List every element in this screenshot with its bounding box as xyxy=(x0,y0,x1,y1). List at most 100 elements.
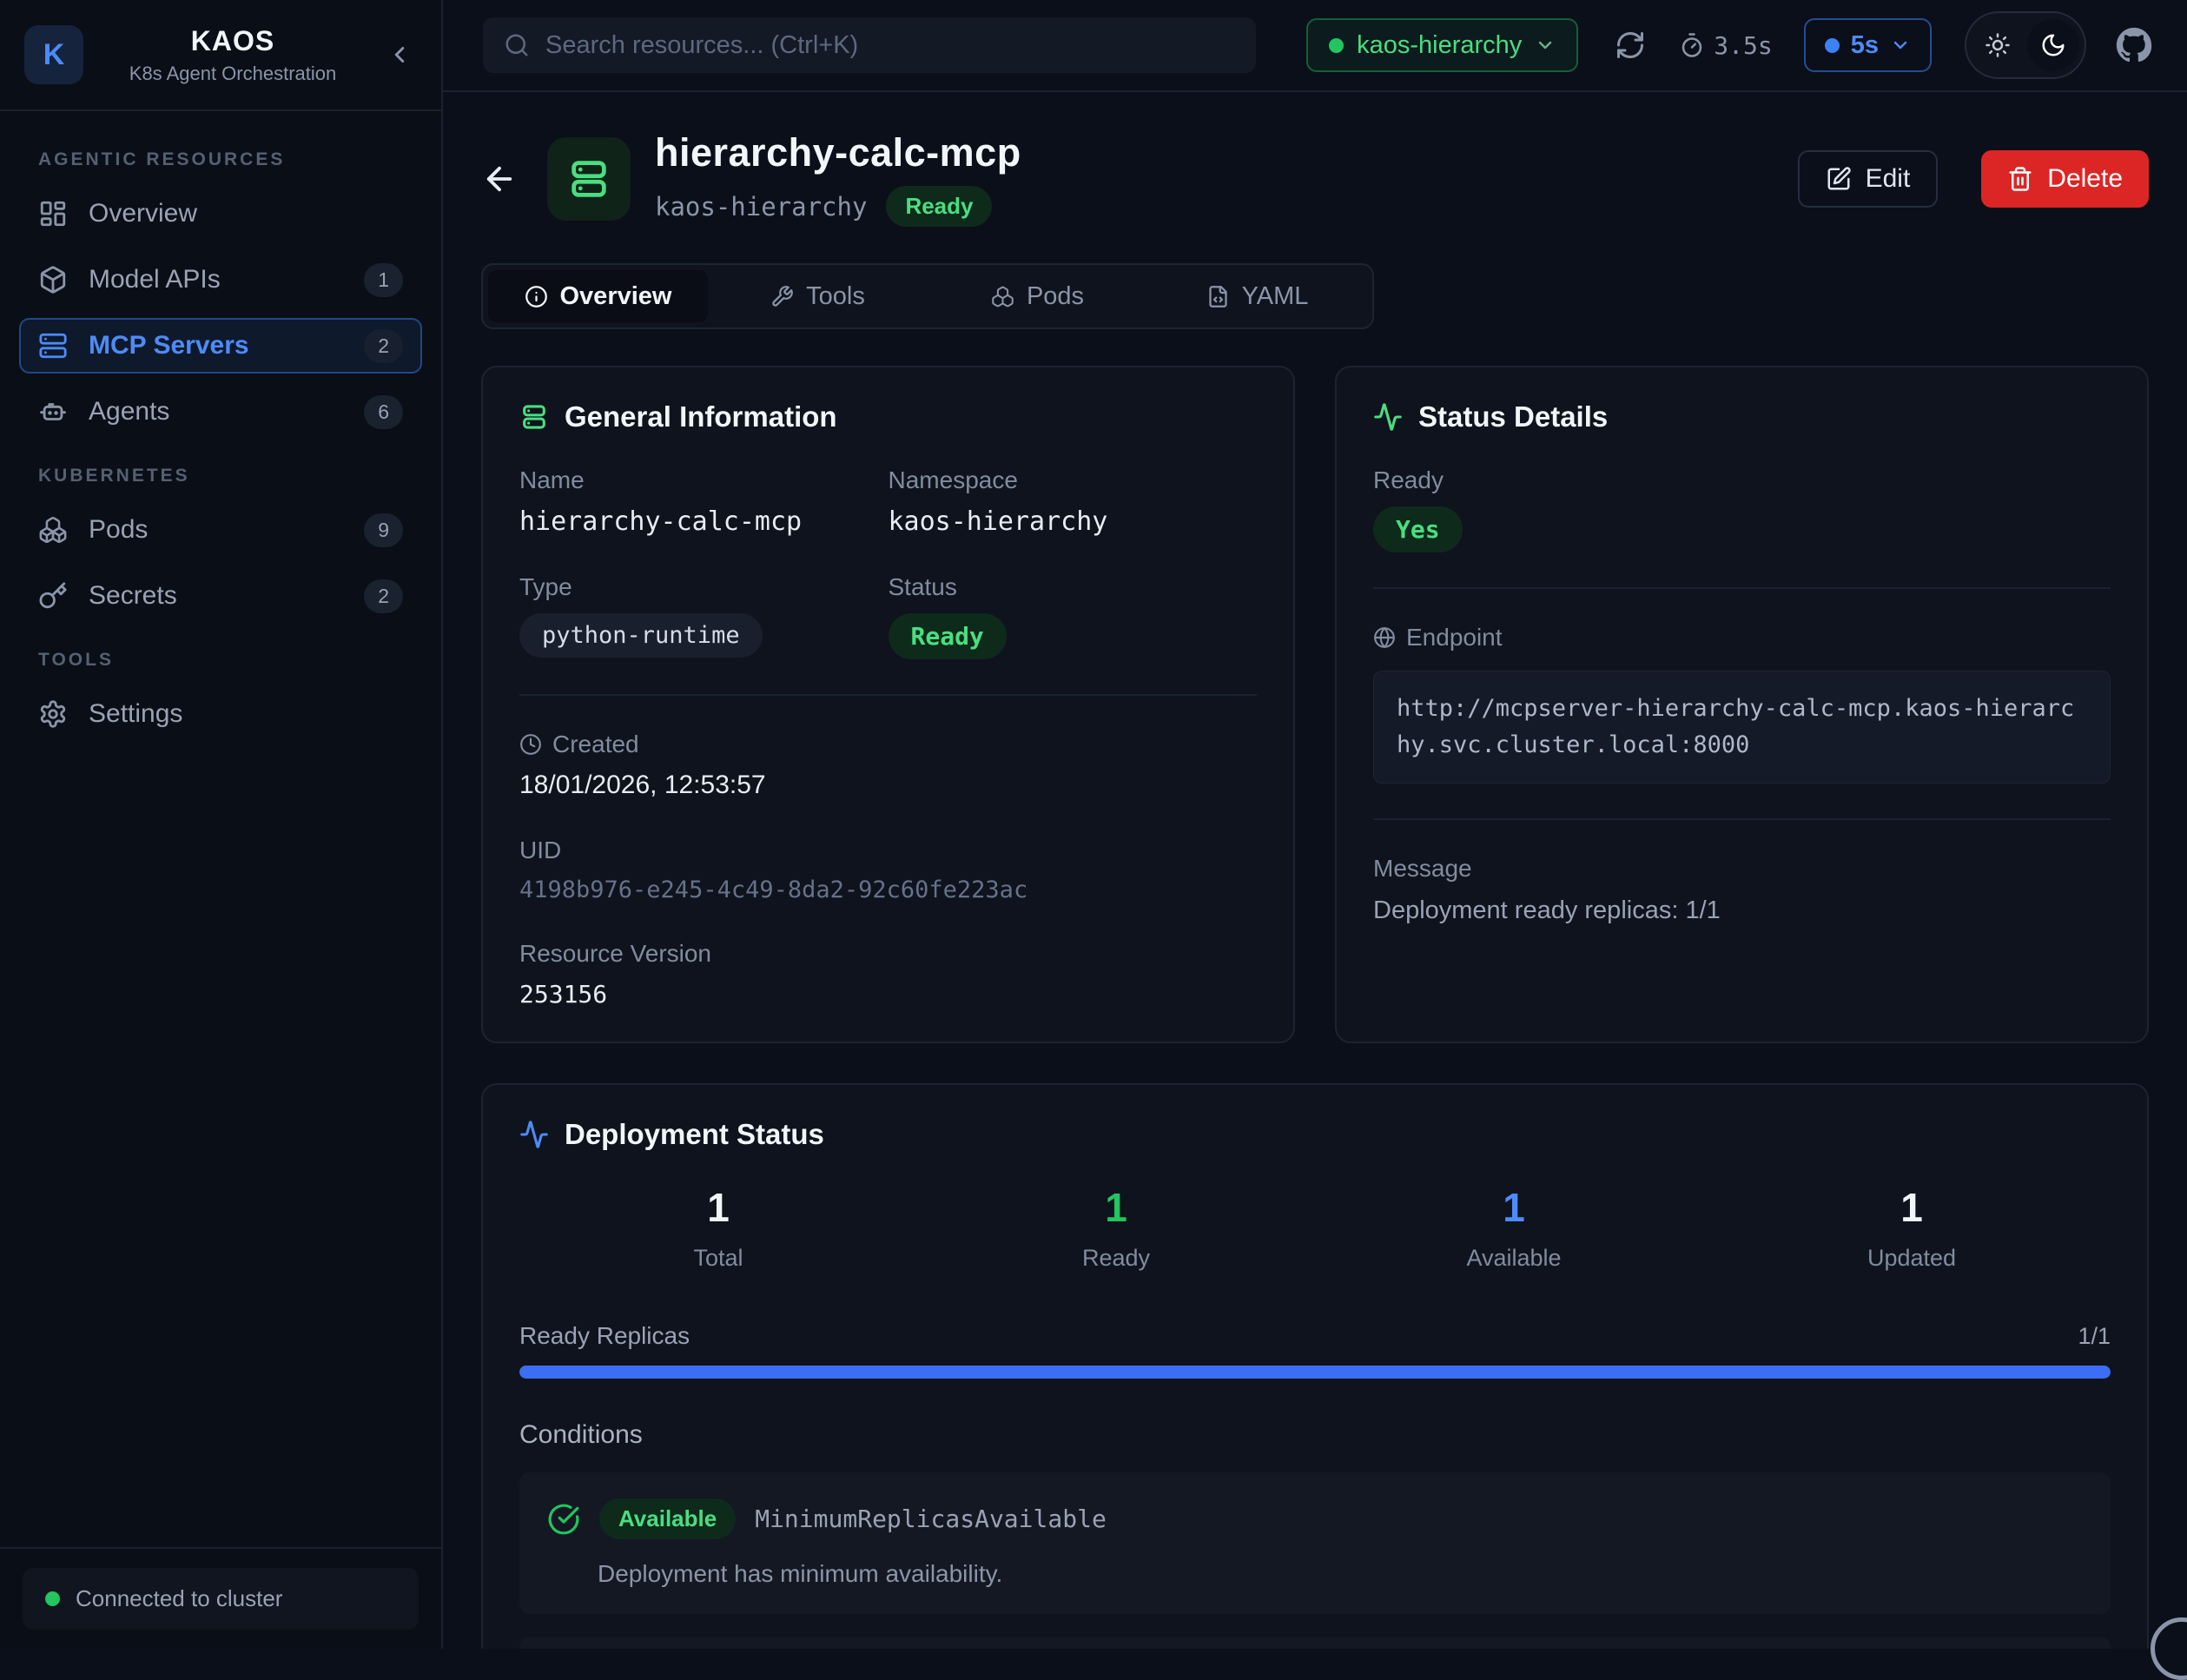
namespace-select[interactable]: kaos-hierarchy xyxy=(1306,18,1578,72)
stat-value: 1 xyxy=(1315,1184,1713,1231)
general-information-card: General Information Name hierarchy-calc-… xyxy=(481,366,1295,1043)
refresh-icon xyxy=(1615,30,1646,61)
sidebar-item-label: Agents xyxy=(89,397,343,427)
theme-toggle[interactable] xyxy=(1965,11,2086,79)
sidebar-item-label: MCP Servers xyxy=(89,331,343,360)
sidebar-item-label: Overview xyxy=(89,199,403,228)
chevron-down-icon xyxy=(1890,35,1911,56)
sidebar: K KAOS K8s Agent Orchestration AGENTIC R… xyxy=(0,0,443,1649)
search-icon xyxy=(504,32,530,58)
resource-type-tile xyxy=(547,137,631,221)
nav-section-agentic-resources: AGENTIC RESOURCES xyxy=(38,149,403,170)
tab-yaml[interactable]: YAML xyxy=(1147,270,1367,322)
field-value: 253156 xyxy=(519,980,1257,1009)
page-title: hierarchy-calc-mcp xyxy=(655,130,1774,175)
trash-icon xyxy=(2007,166,2033,192)
sidebar-item-pods[interactable]: Pods 9 xyxy=(19,502,422,558)
tab-overview[interactable]: Overview xyxy=(488,270,708,322)
stat-value: 1 xyxy=(1713,1184,2111,1231)
interval-status-dot xyxy=(1825,38,1840,53)
ready-replicas-label: Ready Replicas xyxy=(519,1322,690,1350)
field-label: UID xyxy=(519,837,1257,864)
tab-label: YAML xyxy=(1242,282,1309,311)
github-button[interactable] xyxy=(2116,27,2152,63)
field-message: Message Deployment ready replicas: 1/1 xyxy=(1373,855,2111,925)
condition-row: Available MinimumReplicasAvailable Deplo… xyxy=(519,1472,2111,1614)
dark-theme-button[interactable] xyxy=(2027,19,2079,71)
cluster-connection-status: Connected to cluster xyxy=(23,1568,419,1630)
field-label: Status xyxy=(889,573,1258,601)
conditions-label: Conditions xyxy=(519,1420,2111,1450)
sidebar-item-label: Pods xyxy=(89,515,343,545)
clock-icon xyxy=(519,733,542,756)
dashboard-grid-icon xyxy=(38,199,68,228)
type-badge: python-runtime xyxy=(519,613,763,658)
field-label: Created xyxy=(552,731,639,758)
stat-label: Updated xyxy=(1713,1245,2111,1272)
search-input[interactable] xyxy=(545,31,1235,60)
light-theme-button[interactable] xyxy=(1972,19,2024,71)
stat-label: Total xyxy=(519,1245,917,1272)
refresh-button[interactable] xyxy=(1615,30,1646,61)
tab-label: Pods xyxy=(1027,282,1084,311)
field-label: Resource Version xyxy=(519,940,1257,968)
deployment-stats: 1 Total 1 Ready 1 Available 1 Updated xyxy=(519,1184,2111,1272)
refresh-interval-select[interactable]: 5s xyxy=(1804,18,1932,72)
stat-total: 1 Total xyxy=(519,1184,917,1272)
tab-pods[interactable]: Pods xyxy=(928,270,1147,322)
sidebar-item-mcp-servers[interactable]: MCP Servers 2 xyxy=(19,318,422,374)
back-button[interactable] xyxy=(481,161,518,197)
stat-ready: 1 Ready xyxy=(917,1184,1315,1272)
globe-icon xyxy=(1373,626,1396,649)
sidebar-item-count-badge: 9 xyxy=(364,513,403,547)
condition-reason: MinimumReplicasAvailable xyxy=(755,1505,1107,1533)
status-details-card: Status Details Ready Yes Endpoint http:/… xyxy=(1335,366,2149,1043)
brand-header: K KAOS K8s Agent Orchestration xyxy=(0,0,441,111)
sidebar-item-overview[interactable]: Overview xyxy=(19,186,422,241)
edit-pen-icon xyxy=(1826,166,1852,192)
check-circle-icon xyxy=(547,1503,580,1536)
connected-status-dot xyxy=(45,1591,60,1606)
field-label: Namespace xyxy=(889,466,1258,494)
info-circle-icon xyxy=(525,285,548,308)
sidebar-item-model-apis[interactable]: Model APIs 1 xyxy=(19,252,422,308)
tab-tools[interactable]: Tools xyxy=(708,270,928,322)
divider xyxy=(1373,818,2111,820)
sidebar-item-secrets[interactable]: Secrets 2 xyxy=(19,568,422,624)
main-content: hierarchy-calc-mcp kaos-hierarchy Ready … xyxy=(443,92,2187,1649)
edit-button[interactable]: Edit xyxy=(1798,150,1939,208)
brand-avatar: K xyxy=(24,25,83,84)
field-resource-version: Resource Version 253156 xyxy=(519,940,1257,1009)
brand-subtitle: K8s Agent Orchestration xyxy=(102,63,363,85)
chevron-down-icon xyxy=(1535,35,1556,56)
field-label: Ready xyxy=(1373,466,2111,494)
namespace-select-value: kaos-hierarchy xyxy=(1357,31,1522,60)
delete-button[interactable]: Delete xyxy=(1981,150,2149,208)
field-namespace: Namespace kaos-hierarchy xyxy=(889,466,1258,537)
field-value: hierarchy-calc-mcp xyxy=(519,506,889,537)
sidebar-nav: AGENTIC RESOURCES Overview Model APIs 1 … xyxy=(0,111,441,1547)
field-label: Type xyxy=(519,573,889,601)
sidebar-item-agents[interactable]: Agents 6 xyxy=(19,384,422,440)
field-label: Message xyxy=(1373,855,2111,883)
condition-type-badge: Available xyxy=(599,1498,736,1539)
sidebar-collapse-button[interactable] xyxy=(382,42,417,68)
sidebar-item-count-badge: 6 xyxy=(364,395,403,429)
condition-message: Deployment has minimum availability. xyxy=(598,1560,2083,1588)
cube-icon xyxy=(38,265,68,294)
wrench-icon xyxy=(770,285,794,308)
stat-updated: 1 Updated xyxy=(1713,1184,2111,1272)
field-ready: Ready Yes xyxy=(1373,466,2111,552)
field-label: Endpoint xyxy=(1406,624,1503,651)
search-box[interactable] xyxy=(483,17,1256,73)
sidebar-item-settings[interactable]: Settings xyxy=(19,686,422,742)
condition-row: Progressing NewReplicaSetAvailable Repli… xyxy=(519,1637,2111,1649)
chevron-left-icon xyxy=(387,42,413,68)
endpoint-value[interactable]: http://mcpserver-hierarchy-calc-mcp.kaos… xyxy=(1373,671,2111,784)
card-title: Status Details xyxy=(1418,400,1608,433)
namespace-status-dot xyxy=(1329,38,1344,53)
field-value: 4198b976-e245-4c49-8da2-92c60fe223ac xyxy=(519,876,1257,903)
arrow-left-icon xyxy=(481,161,518,197)
field-label: Name xyxy=(519,466,889,494)
field-value: kaos-hierarchy xyxy=(889,506,1258,537)
